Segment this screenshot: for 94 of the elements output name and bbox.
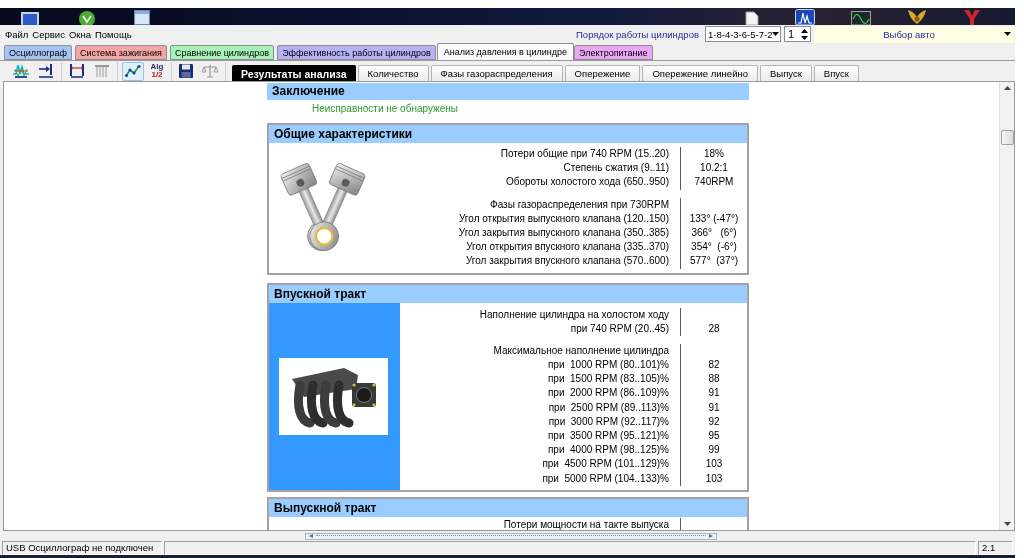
- caret-down-icon[interactable]: [772, 32, 780, 36]
- save-icon: [178, 63, 194, 79]
- arrow-to-bar-icon: [37, 63, 55, 79]
- row-label: при 5000 RPM (104..133)%: [542, 472, 669, 484]
- logo-icon[interactable]: [963, 9, 981, 25]
- row-label: при 1000 RPM (80..101)%: [547, 359, 669, 371]
- row-label: Угол открытия выпускного клапана (120..150): [458, 212, 669, 224]
- scrollbar-thumb[interactable]: [316, 534, 706, 538]
- spin-arrows-icon[interactable]: [801, 28, 808, 40]
- tab[interactable]: Анализ давления в цилиндре: [436, 43, 575, 60]
- row-label: Обороты холостого хода (650..950): [505, 176, 669, 188]
- row-label: при 740 RPM (20..45): [570, 322, 669, 334]
- oscilloscope-icon[interactable]: [851, 11, 871, 25]
- round-logo-icon[interactable]: [78, 9, 96, 25]
- tab[interactable]: Сравнение цилиндров: [169, 45, 275, 60]
- menu-item[interactable]: Сервис: [30, 28, 67, 40]
- field-label: Порядок работы цилиндров: [576, 28, 699, 40]
- row-label: Фазы газораспределения при 730RPM: [490, 198, 669, 210]
- tab[interactable]: Электропитание: [574, 45, 653, 60]
- row-value: 95: [708, 430, 720, 441]
- status-message: USB Осциллограф не подключен: [2, 541, 162, 555]
- row-value: 577° (37°): [690, 255, 738, 267]
- section-title: Впускной тракт: [269, 284, 747, 303]
- row-label: при 3000 RPM (92..117)%: [548, 415, 669, 427]
- bars-arrows-icon: [68, 63, 86, 79]
- waveform-icon: [12, 63, 30, 79]
- row-label: Наполнение цилиндра на холостом ходу: [479, 308, 669, 320]
- menu-item[interactable]: Помощь: [92, 28, 134, 40]
- row-label: Угол закрытия впускного клапана (570..600): [465, 255, 669, 267]
- window-icon[interactable]: [134, 10, 150, 25]
- view-tab[interactable]: Опережение линейно: [642, 65, 758, 81]
- tab[interactable]: Осциллограф: [4, 45, 72, 60]
- row-label: Угол открытия впускного клапана (335..370): [466, 241, 669, 253]
- row-value: 103: [705, 458, 723, 470]
- toolbar-button[interactable]: [122, 61, 144, 81]
- row-value: 82: [708, 359, 720, 371]
- row-value: 92: [708, 415, 720, 427]
- view-tab[interactable]: Впуск: [813, 65, 859, 81]
- row-label: Максимальное наполнение цилиндра: [493, 344, 669, 356]
- section-title: Выпускной тракт: [269, 498, 747, 517]
- vertical-scrollbar[interactable]: [999, 82, 1014, 530]
- row-label: при 4000 RPM (98..125)%: [547, 444, 669, 456]
- view-tab[interactable]: Опережение: [564, 65, 641, 81]
- menu-item[interactable]: Файл: [3, 28, 31, 40]
- row-value: 103: [705, 472, 723, 484]
- scroll-up-icon[interactable]: [1003, 86, 1011, 90]
- row-label: Потери общие при 740 RPM (15..20): [500, 148, 669, 159]
- version-label: 2.1: [978, 541, 1013, 555]
- section-title: Общие характеристики: [269, 125, 747, 143]
- row-value: 740RPM: [694, 176, 734, 188]
- scroll-down-icon[interactable]: [1003, 522, 1011, 526]
- row-value: 91: [708, 387, 720, 399]
- cylinder-spinner[interactable]: 1: [784, 26, 811, 42]
- wings-icon[interactable]: [907, 9, 927, 25]
- cylinder-order-select[interactable]: 1-8-4-3-6-5-7-2: [705, 26, 781, 42]
- scroll-right-icon[interactable]: [709, 534, 713, 538]
- row-label: при 4500 RPM (101..129)%: [542, 458, 669, 470]
- horizontal-scrollbar[interactable]: [305, 532, 717, 540]
- scrollbar-thumb[interactable]: [1000, 130, 1014, 145]
- row-value: 366° (6°): [691, 226, 737, 238]
- view-tab[interactable]: Фазы газораспределения: [430, 65, 563, 81]
- row-value: 99: [708, 444, 720, 456]
- row-value: 88: [708, 373, 720, 385]
- chart-icon[interactable]: [795, 9, 815, 25]
- row-value: 91: [708, 401, 720, 413]
- toolbar-button[interactable]: [176, 61, 196, 81]
- computer-icon[interactable]: [20, 11, 40, 25]
- row-label: Потери мощности на такте выпуска: [503, 518, 669, 530]
- tab[interactable]: Эффективность работы цилиндров: [277, 45, 436, 60]
- tab[interactable]: Система зажигания: [75, 45, 167, 60]
- comb-icon: [93, 63, 111, 79]
- row-value: 18%: [704, 148, 724, 159]
- row-label: при 2000 RPM (86..109)%: [547, 387, 669, 399]
- row-value: 28: [708, 322, 720, 334]
- row-label: Угол закрытия выпускного клапана (350..385): [458, 226, 669, 238]
- row-label: Степень сжатия (9..11): [563, 162, 669, 174]
- scale-icon: [201, 63, 219, 79]
- view-tab[interactable]: Выпуск: [760, 65, 812, 81]
- section-title: Заключение: [267, 83, 749, 100]
- row-value: 133° (-47°): [689, 212, 739, 224]
- row-label: при 1500 RPM (83..105)%: [547, 373, 669, 385]
- caret-down-icon[interactable]: [1004, 32, 1011, 36]
- conclusion-text: Неисправности не обнаружены: [312, 102, 458, 114]
- view-tab[interactable]: Результаты анализа: [232, 65, 356, 81]
- line-chart-icon: [124, 63, 142, 79]
- row-value: 354° (-6°): [691, 241, 737, 253]
- view-tab[interactable]: Количество: [357, 65, 429, 81]
- row-label: при 2500 RPM (89..113)%: [548, 401, 669, 413]
- scroll-left-icon[interactable]: [309, 534, 313, 538]
- car-select[interactable]: Выбор авто: [814, 25, 1014, 43]
- row-value: 10.2:1: [700, 162, 728, 174]
- row-label: при 3500 RPM (95..121)%: [547, 430, 669, 441]
- menu-item[interactable]: Окна: [66, 28, 93, 40]
- algorithm-button[interactable]: Alg 1/2: [147, 61, 167, 81]
